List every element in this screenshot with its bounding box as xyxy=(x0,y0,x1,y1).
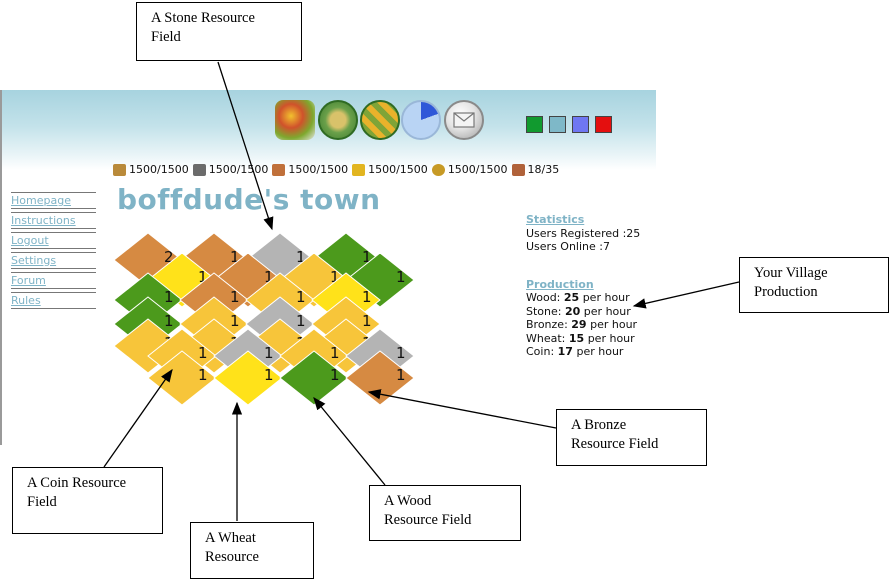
bronze-callout-line2: Resource Field xyxy=(571,436,659,452)
coin-callout-line1: A Coin Resource xyxy=(27,475,127,491)
village-production-callout: Your Village Production xyxy=(739,257,889,313)
stone-callout: A Stone Resource Field xyxy=(136,2,302,61)
stone-callout-line2: Field xyxy=(151,29,181,45)
bronze-arrow xyxy=(367,389,557,429)
bronze-callout: A Bronze Resource Field xyxy=(556,409,707,466)
wheat-callout: A Wheat Resource xyxy=(190,522,314,579)
village-callout-line1: Your Village xyxy=(754,265,828,281)
village-callout-line2: Production xyxy=(754,284,818,300)
wood-arrow xyxy=(313,396,386,486)
village-arrow xyxy=(632,281,740,309)
wheat-callout-line2: Resource xyxy=(205,549,259,565)
wood-callout-line1: A Wood xyxy=(384,493,432,509)
screenshot-stage: 1500/1500 1500/1500 1500/1500 1500/1500 1500… xyxy=(0,0,891,580)
wood-callout-line2: Resource Field xyxy=(384,512,472,528)
stone-callout-line1: A Stone Resource xyxy=(151,10,255,26)
wheat-callout-line1: A Wheat xyxy=(205,530,256,546)
stone-arrow xyxy=(217,61,274,231)
wood-callout: A Wood Resource Field xyxy=(369,485,521,541)
coin-arrow xyxy=(103,368,173,468)
coin-callout: A Coin Resource Field xyxy=(12,467,163,534)
coin-callout-line2: Field xyxy=(27,494,57,510)
bronze-callout-line1: A Bronze xyxy=(571,417,627,433)
